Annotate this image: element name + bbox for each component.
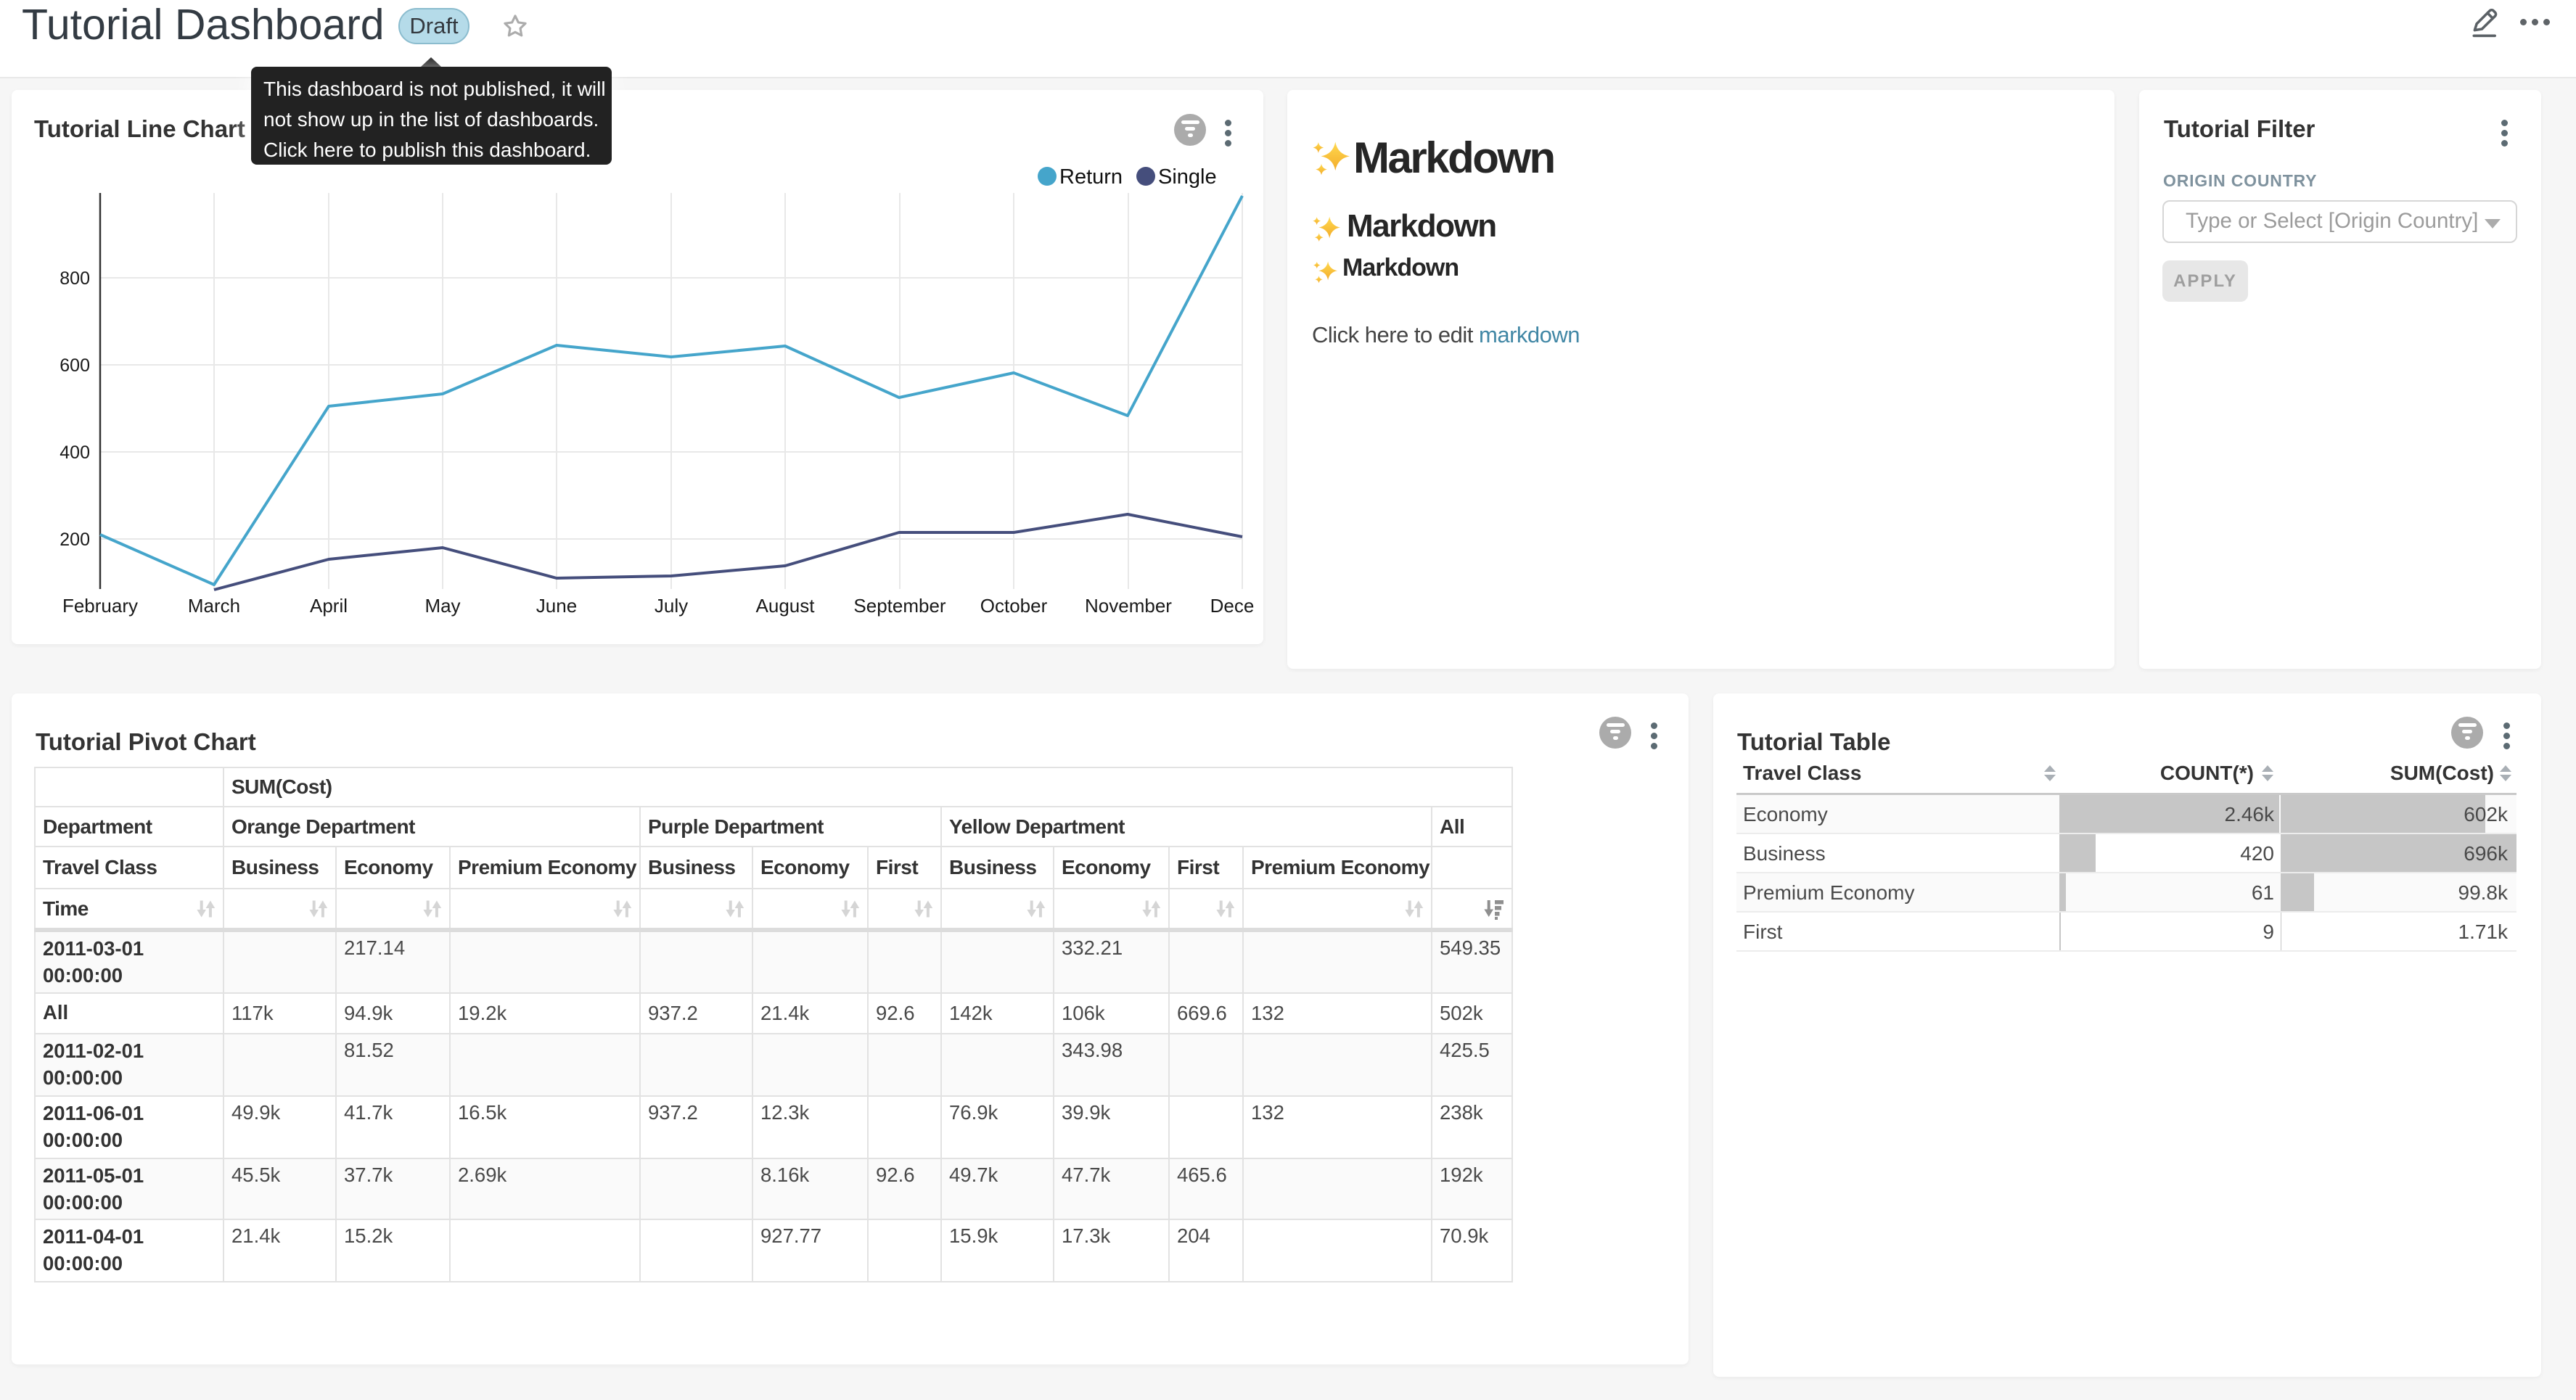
svg-text:September: September: [853, 595, 946, 617]
svg-text:200: 200: [60, 530, 90, 550]
svg-text:August: August: [756, 595, 816, 617]
svg-text:October: October: [980, 595, 1048, 617]
svg-text:May: May: [424, 595, 460, 617]
svg-text:600: 600: [60, 355, 90, 376]
svg-text:800: 800: [60, 268, 90, 289]
svg-text:400: 400: [60, 442, 90, 463]
svg-text:July: July: [655, 595, 688, 617]
svg-text:March: March: [188, 595, 240, 617]
svg-text:June: June: [536, 595, 577, 617]
svg-text:Dece: Dece: [1210, 595, 1255, 617]
svg-text:February: February: [62, 595, 138, 617]
svg-text:April: April: [310, 595, 348, 617]
svg-text:November: November: [1085, 595, 1172, 617]
svg-text:Return: Return: [1059, 165, 1123, 189]
svg-text:Single: Single: [1158, 165, 1217, 189]
